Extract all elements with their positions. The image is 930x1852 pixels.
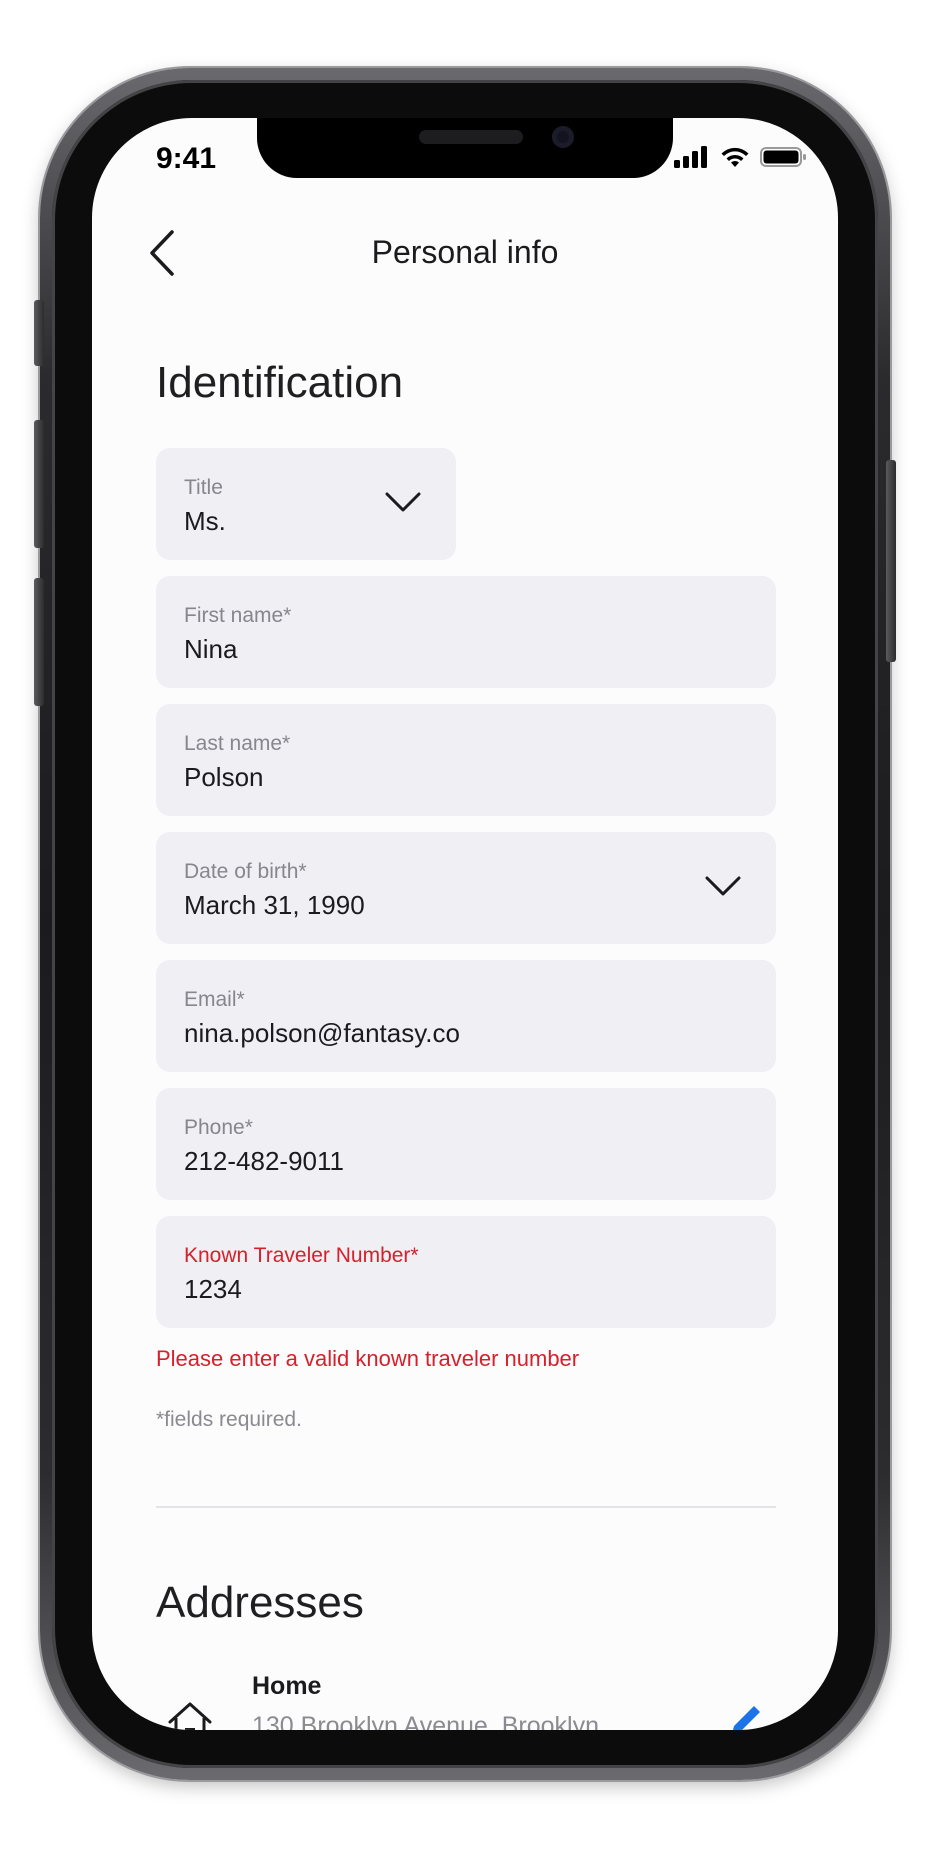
- status-icons: [674, 146, 808, 168]
- volume-up-button: [34, 420, 44, 548]
- address-line: 130 Brooklyn Avenue, Brooklyn: [252, 1712, 599, 1730]
- power-button: [886, 460, 896, 662]
- chevron-down-icon: [705, 876, 741, 896]
- last-name-value: Polson: [184, 762, 264, 792]
- date-of-birth-label: Date of birth*: [184, 860, 307, 883]
- first-name-value: Nina: [184, 634, 238, 664]
- title-value: Ms.: [184, 506, 226, 536]
- date-of-birth-select[interactable]: Date of birth* March 31, 1990: [156, 832, 776, 944]
- phone-label: Phone*: [184, 1116, 253, 1139]
- date-of-birth-value: March 31, 1990: [184, 890, 365, 920]
- edit-pencil-icon[interactable]: [726, 1700, 766, 1730]
- home-icon: [168, 1702, 212, 1730]
- email-label: Email*: [184, 988, 245, 1011]
- title-select[interactable]: Title Ms.: [156, 448, 456, 560]
- speaker-grille: [419, 130, 523, 144]
- known-traveler-number-value: 1234: [184, 1274, 242, 1304]
- known-traveler-number-field[interactable]: Known Traveler Number* 1234: [156, 1216, 776, 1328]
- known-traveler-number-label: Known Traveler Number*: [184, 1244, 419, 1267]
- email-field[interactable]: Email* nina.polson@fantasy.co: [156, 960, 776, 1072]
- section-divider: [156, 1506, 776, 1508]
- last-name-label: Last name*: [184, 732, 291, 755]
- signal-icon: [674, 146, 707, 168]
- volume-down-button: [34, 578, 44, 706]
- addresses-heading: Addresses: [156, 1578, 364, 1627]
- status-time: 9:41: [156, 142, 217, 175]
- first-name-label: First name*: [184, 604, 292, 627]
- identification-heading: Identification: [156, 358, 404, 407]
- page-title: Personal info: [371, 234, 559, 270]
- chevron-down-icon: [385, 492, 421, 512]
- screen: 9:41 Personal info Identification Title …: [92, 118, 838, 1730]
- phone-field[interactable]: Phone* 212-482-9011: [156, 1088, 776, 1200]
- phone-value: 212-482-9011: [184, 1146, 344, 1176]
- silent-switch: [34, 300, 44, 366]
- address-name: Home: [252, 1672, 322, 1700]
- first-name-field[interactable]: First name* Nina: [156, 576, 776, 688]
- email-value: nina.polson@fantasy.co: [184, 1018, 460, 1048]
- known-traveler-number-error: Please enter a valid known traveler numb…: [156, 1346, 580, 1371]
- title-label: Title: [184, 476, 223, 499]
- last-name-field[interactable]: Last name* Polson: [156, 704, 776, 816]
- battery-icon: [760, 147, 806, 167]
- front-camera: [552, 126, 574, 148]
- notch: [257, 118, 673, 178]
- wifi-icon: [721, 147, 749, 167]
- required-fields-note: *fields required.: [156, 1408, 302, 1431]
